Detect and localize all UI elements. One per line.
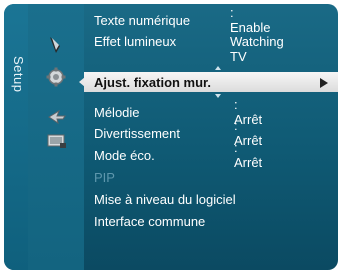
scroll-up-arrow-icon: [215, 66, 221, 70]
input-icon[interactable]: [44, 106, 70, 128]
menu-item-value: : Watching TV: [230, 18, 284, 64]
menu-item-value: : Arrêt: [234, 140, 263, 170]
menu-item-label: Texte numérique: [94, 12, 191, 28]
menu-item-label: Interface commune: [94, 213, 206, 229]
menu-item-label: Effet lumineux: [94, 33, 177, 49]
menu-item-effet-lumineux[interactable]: Effet lumineux : Watching TV: [94, 19, 284, 64]
menu-item-interface-commune[interactable]: Interface commune: [94, 211, 205, 231]
menu-item-divertissement[interactable]: Divertissement : Arrêt: [94, 118, 262, 148]
menu-list: Texte numérique : Enable Effet lumineux …: [84, 4, 338, 270]
submenu-arrow-icon: [320, 78, 328, 88]
menu-item-label: Ajust. fixation mur.: [94, 74, 212, 90]
application-icon[interactable]: [44, 130, 70, 152]
tv-setup-menu: Setup Texte numérique: Enable Effet lum…: [4, 4, 338, 270]
menu-item-label: PIP: [94, 169, 115, 185]
category-icon-column: [28, 4, 84, 270]
side-tab-label: Setup: [11, 55, 26, 93]
menu-item-label: Mélodie: [94, 104, 140, 120]
menu-item-label: Mode éco.: [94, 147, 155, 163]
menu-item-pip: PIP: [94, 167, 115, 187]
menu-item-mise-a-niveau-logiciel[interactable]: Mise à niveau du logiciel: [94, 189, 236, 209]
side-tab: Setup: [4, 4, 28, 270]
menu-item-texte-numerique[interactable]: Texte numérique : Enable: [94, 5, 270, 35]
picture-icon[interactable]: [44, 34, 70, 56]
scroll-down-arrow-icon: [215, 94, 221, 98]
menu-item-melodie[interactable]: Mélodie : Arrêt: [94, 97, 262, 127]
menu-item-mode-eco[interactable]: Mode éco. : Arrêt: [94, 140, 262, 170]
menu-item-label: Mise à niveau du logiciel: [94, 191, 236, 207]
setup-icon[interactable]: [44, 66, 70, 88]
menu-item-label: Divertissement: [94, 125, 180, 141]
menu-item-ajust-fixation-mur-selected[interactable]: Ajust. fixation mur.: [84, 72, 338, 92]
